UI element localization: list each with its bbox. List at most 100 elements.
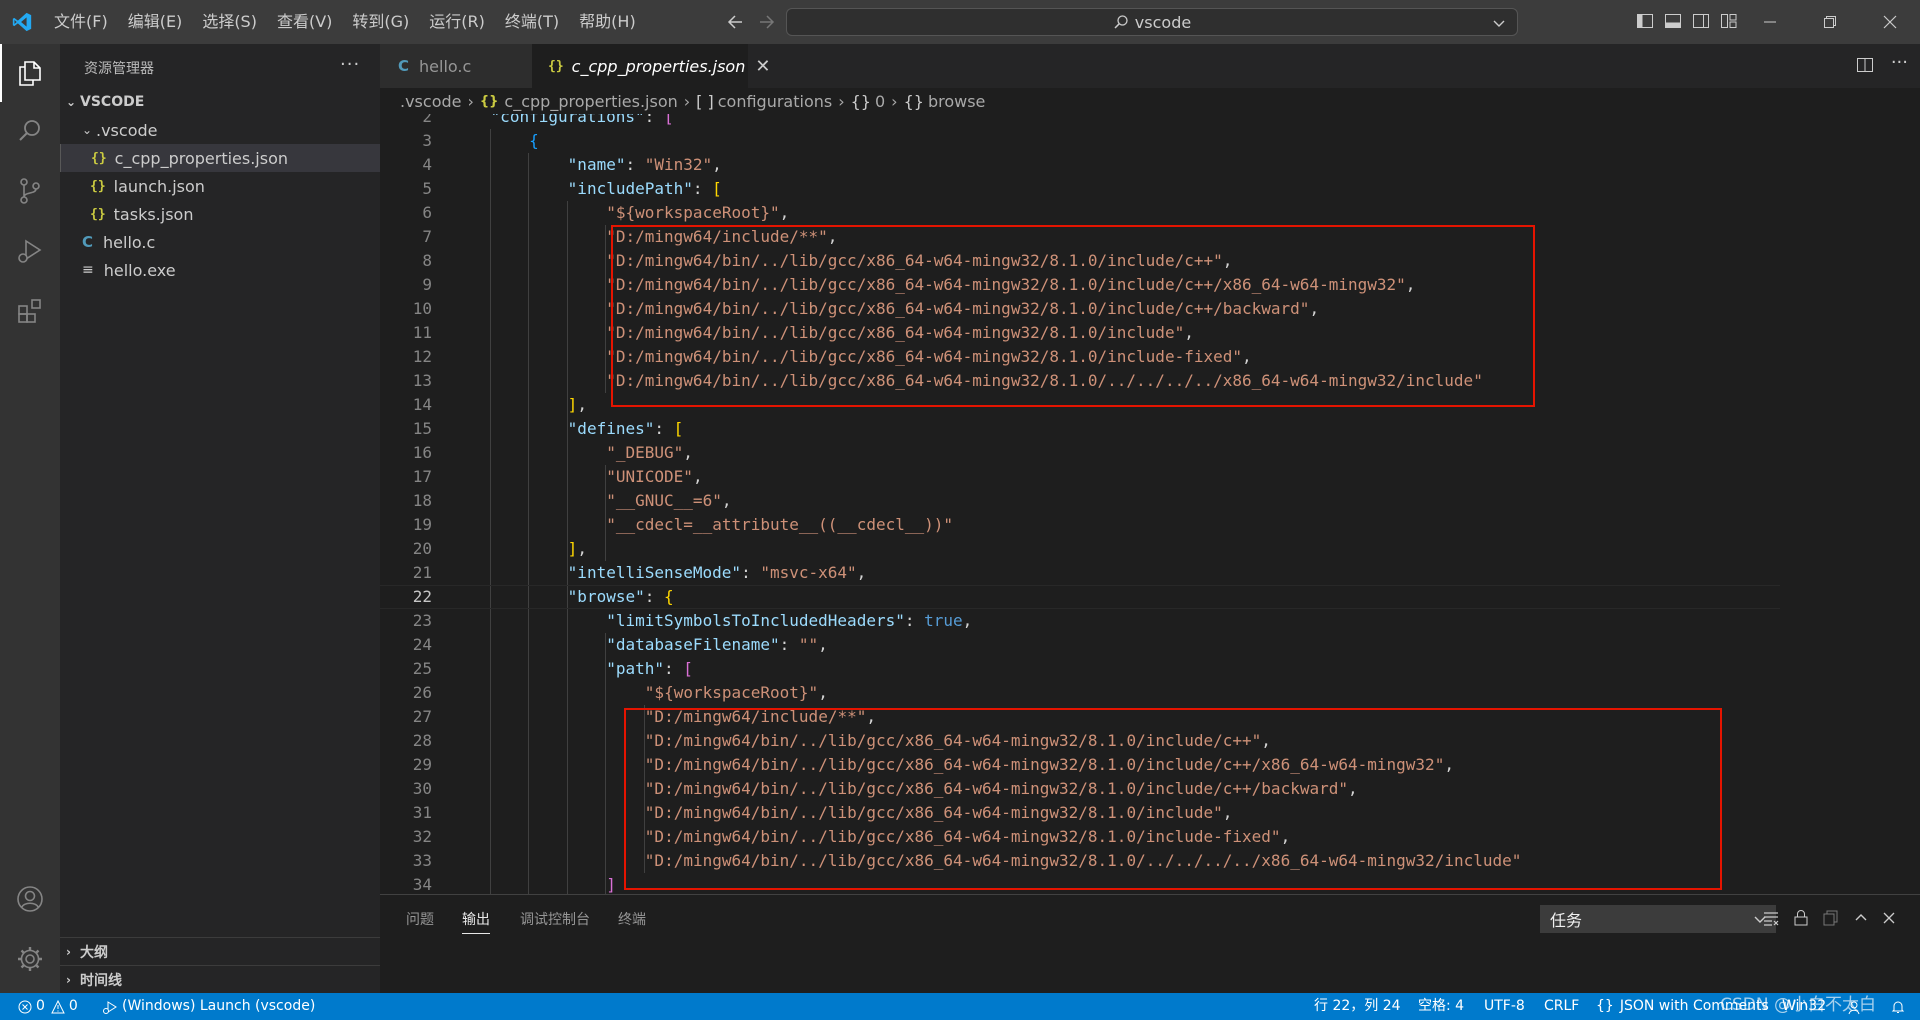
close-icon[interactable]: ✕ — [755, 56, 770, 77]
tab-debug-console[interactable]: 调试控制台 — [520, 909, 590, 929]
vscode-logo-icon — [0, 0, 44, 44]
gear-icon[interactable] — [0, 930, 60, 988]
code-text: "__cdecl=__attribute__((__cdecl__))" — [606, 513, 953, 537]
debug-launch-status[interactable]: (Windows) Launch (vscode) — [102, 993, 315, 1020]
code-text: "_DEBUG", — [606, 441, 693, 465]
split-editor-icon[interactable] — [1856, 56, 1874, 74]
notifications-icon[interactable] — [1890, 993, 1906, 1020]
extensions-icon[interactable] — [0, 282, 60, 340]
line-number: 14 — [412, 395, 432, 414]
code-token: "msvc-x64" — [760, 563, 857, 582]
file-c-cpp-properties[interactable]: {} c_cpp_properties.json — [60, 144, 380, 172]
file-hello-exe[interactable]: ≡ hello.exe — [60, 256, 380, 284]
menu-file[interactable]: 文件(F) — [44, 0, 118, 44]
breadcrumb-index[interactable]: 0 — [875, 92, 885, 111]
cursor-position[interactable]: 行 22，列 24 — [1314, 993, 1401, 1020]
toggle-panel-icon[interactable] — [1664, 12, 1682, 30]
breadcrumb-browse[interactable]: browse — [928, 92, 985, 111]
code-editor[interactable]: 2 "configurations": [3{4 "name": "Win32", 5… — [380, 114, 1920, 894]
tab-terminal[interactable]: 终端 — [618, 909, 646, 929]
json-icon: {} — [91, 150, 107, 166]
run-debug-icon[interactable] — [0, 222, 60, 280]
code-token: ] — [567, 539, 578, 558]
line-number: 2 — [422, 114, 432, 126]
menu-selection[interactable]: 选择(S) — [192, 0, 267, 44]
menu-run[interactable]: 运行(R) — [419, 0, 495, 44]
close-window-icon[interactable] — [1860, 0, 1920, 44]
folder-vscode[interactable]: ⌄ .vscode — [60, 116, 380, 144]
toggle-secondary-sidebar-icon[interactable] — [1692, 12, 1710, 30]
code-token: "databaseFilename" — [606, 635, 780, 654]
encoding-status[interactable]: UTF-8 — [1484, 993, 1525, 1020]
tab-output[interactable]: 输出 — [462, 909, 490, 934]
menu-terminal[interactable]: 终端(T) — [495, 0, 569, 44]
copy-icon[interactable] — [1822, 909, 1840, 927]
code-line: 2 "configurations": [ — [380, 114, 1780, 129]
file-tasks-json[interactable]: {} tasks.json — [60, 200, 380, 228]
chevron-down-icon[interactable] — [1491, 15, 1507, 31]
breadcrumb-file[interactable]: c_cpp_properties.json — [504, 92, 677, 111]
menu-go[interactable]: 转到(G) — [342, 0, 419, 44]
code-line: 5 "includePath": [ — [380, 177, 1780, 201]
search-icon[interactable] — [0, 102, 60, 160]
line-number: 23 — [412, 611, 432, 630]
file-hello-c[interactable]: C hello.c — [60, 228, 380, 256]
toggle-sidebar-icon[interactable] — [1636, 12, 1654, 30]
code-line: 3{ — [380, 129, 1780, 153]
workspace-root[interactable]: ⌄ VSCODE — [60, 88, 380, 116]
file-launch-json[interactable]: {} launch.json — [60, 172, 380, 200]
lock-icon[interactable] — [1792, 909, 1810, 927]
more-actions-icon[interactable]: ··· — [1891, 52, 1908, 73]
forward-arrow-icon[interactable] — [758, 8, 776, 36]
line-number: 18 — [412, 491, 432, 510]
tab-c-cpp-properties[interactable]: {} c_cpp_properties.json ✕ — [532, 44, 770, 88]
file-label: hello.exe — [103, 260, 176, 280]
output-channel-select[interactable]: 任务 — [1540, 905, 1776, 933]
menu-edit[interactable]: 编辑(E) — [118, 0, 193, 44]
eol-status[interactable]: CRLF — [1544, 993, 1579, 1020]
minimize-icon[interactable] — [1740, 0, 1800, 44]
code-token: "__cdecl=__attribute__((__cdecl__))" — [606, 515, 954, 534]
command-center[interactable]: vscode — [786, 8, 1518, 36]
line-number: 19 — [412, 515, 432, 534]
timeline-section[interactable]: › 时间线 — [60, 965, 380, 993]
code-token: "${workspaceRoot}" — [606, 203, 780, 222]
code-token: : — [664, 659, 684, 678]
problems-status[interactable]: 0 0 — [18, 993, 78, 1020]
error-count: 0 — [36, 998, 45, 1014]
source-control-icon[interactable] — [0, 162, 60, 220]
browse-path-highlight-box — [624, 708, 1722, 890]
line-number: 10 — [412, 299, 432, 318]
explorer-icon[interactable] — [0, 44, 60, 102]
layout-controls — [1636, 12, 1738, 30]
command-center-label: vscode — [1134, 12, 1192, 32]
json-icon: {} — [479, 93, 499, 109]
account-icon[interactable] — [0, 870, 60, 928]
menu-view[interactable]: 查看(V) — [267, 0, 342, 44]
menu-bar: 文件(F) 编辑(E) 选择(S) 查看(V) 转到(G) 运行(R) 终端(T… — [44, 0, 646, 44]
close-panel-icon[interactable] — [1880, 909, 1898, 927]
line-number: 34 — [412, 875, 432, 894]
more-actions-icon[interactable]: ··· — [340, 54, 360, 75]
code-token: , — [818, 635, 828, 654]
tab-problems[interactable]: 问题 — [406, 909, 434, 929]
indentation-status[interactable]: 空格: 4 — [1418, 993, 1464, 1020]
clear-output-icon[interactable] — [1762, 909, 1780, 927]
warning-icon — [51, 999, 65, 1014]
chevron-down-icon: ⌄ — [66, 95, 77, 109]
restore-icon[interactable] — [1800, 0, 1860, 44]
code-token: { — [664, 587, 674, 606]
outline-label: 大纲 — [80, 944, 108, 961]
outline-section[interactable]: › 大纲 — [60, 937, 380, 965]
back-arrow-icon[interactable] — [726, 8, 744, 36]
menu-help[interactable]: 帮助(H) — [569, 0, 646, 44]
maximize-panel-icon[interactable] — [1852, 909, 1870, 927]
code-text: "browse": { — [568, 585, 674, 609]
code-token: "${workspaceRoot}" — [644, 683, 819, 702]
tab-hello-c[interactable]: C hello.c — [380, 44, 532, 88]
timeline-label: 时间线 — [80, 972, 122, 989]
breadcrumb-configurations[interactable]: configurations — [718, 92, 832, 111]
breadcrumb-folder[interactable]: .vscode — [400, 92, 461, 111]
line-number: 4 — [422, 155, 432, 174]
customize-layout-icon[interactable] — [1720, 12, 1738, 30]
